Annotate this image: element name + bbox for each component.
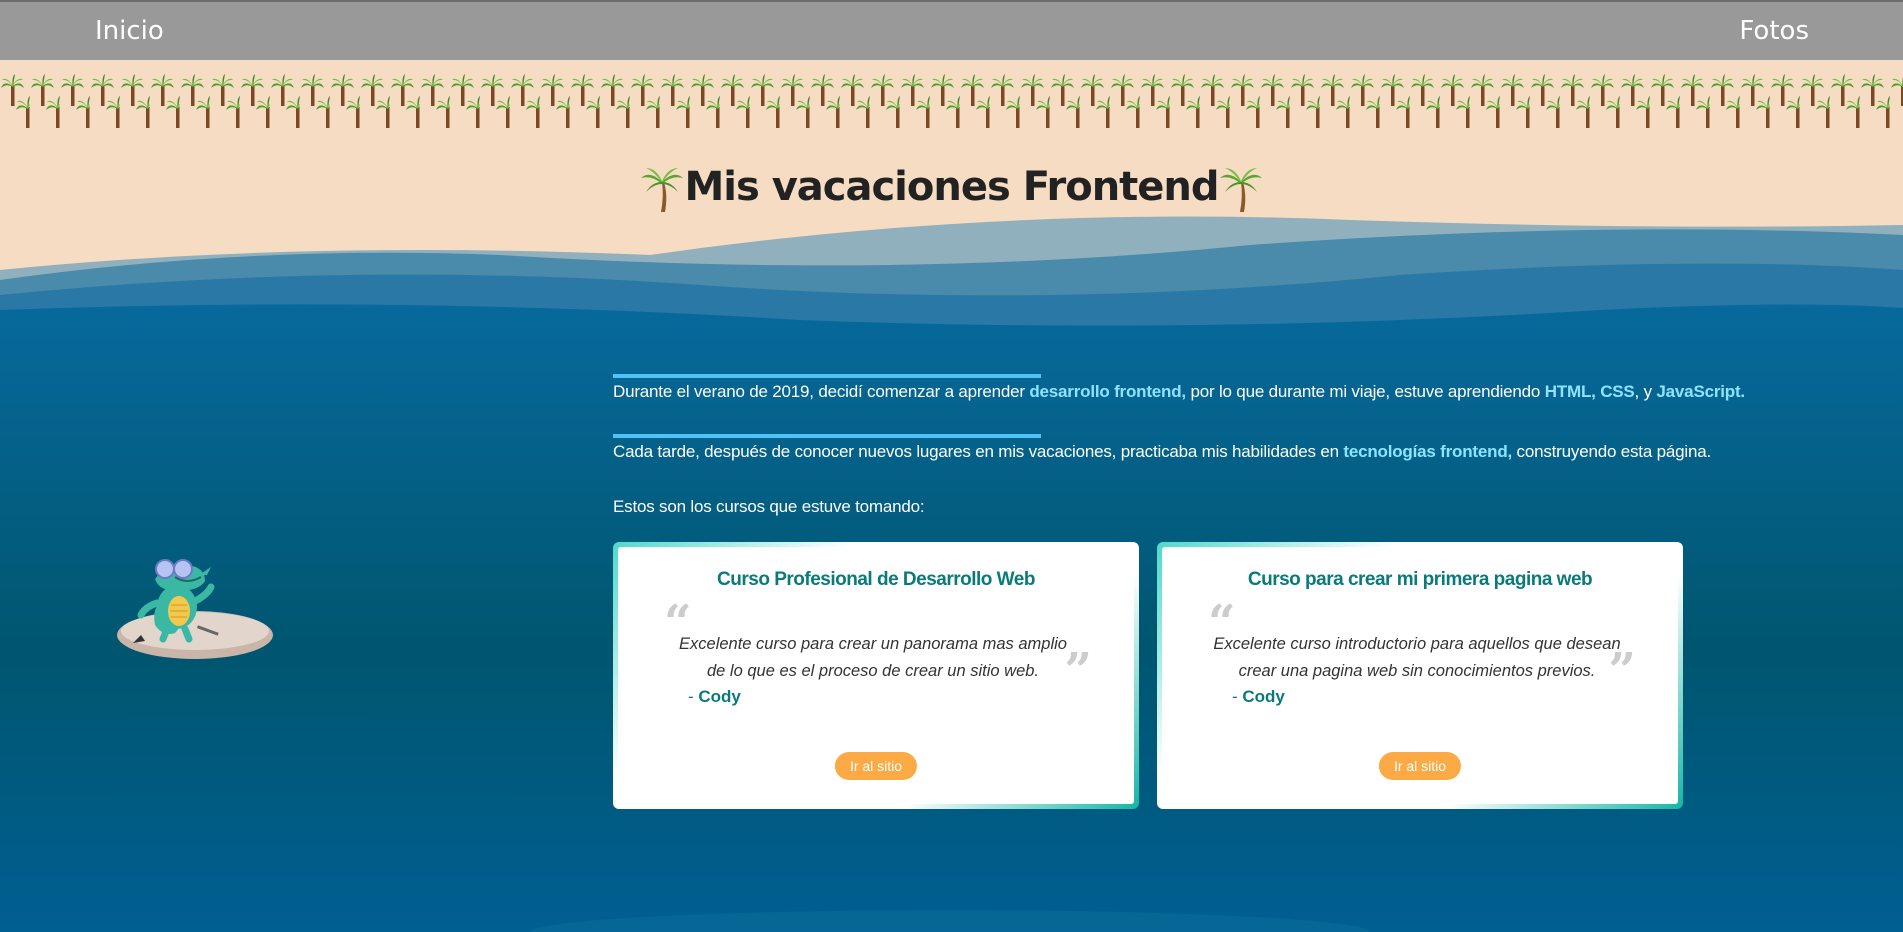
highlight-javascript: JavaScript. (1656, 382, 1745, 401)
intro-text: Cada tarde, después de conocer nuevos lu… (613, 442, 1344, 461)
highlight-html: HTML (1544, 382, 1592, 401)
author-dash: - (1232, 687, 1243, 706)
course-card: Curso Profesional de Desarrollo Web “ Ex… (613, 542, 1139, 809)
author-name: Cody (698, 687, 741, 706)
author-name: Cody (1242, 687, 1285, 706)
highlight-tecnologias: tecnologías frontend, (1343, 442, 1513, 461)
intro-text: construyendo esta página. (1512, 442, 1712, 461)
palm-tree-icon (1219, 168, 1262, 212)
testimonial-author: - Cody (688, 687, 741, 707)
course-card-body: Curso para crear mi primera pagina web “… (1162, 547, 1678, 804)
intro-paragraph-2: Cada tarde, después de conocer nuevos lu… (613, 442, 1711, 462)
courses-intro: Estos son los cursos que estuve tomando: (613, 497, 925, 516)
course-testimonial: Excelente curso introductorio para aquel… (1213, 635, 1621, 680)
intro-text: por lo que durante mi viaje, estuve apre… (1185, 382, 1545, 401)
top-navbar: Inicio Fotos (0, 0, 1903, 60)
go-to-site-button[interactable]: Ir al sitio (834, 752, 918, 780)
page-title: Mis vacaciones Frontend (0, 164, 1903, 212)
nav-link-inicio[interactable]: Inicio (95, 16, 164, 46)
intro-text: Durante el verano de 2019, decidí comenz… (613, 382, 1030, 401)
section-divider (613, 434, 1041, 438)
go-to-site-button[interactable]: Ir al sitio (1378, 752, 1462, 780)
highlight-separator: , (1591, 382, 1601, 401)
course-title: Curso Profesional de Desarrollo Web (717, 569, 1035, 590)
palm-tree-icon (641, 168, 684, 212)
page-title-text: Mis vacaciones Frontend (684, 164, 1219, 210)
author-dash: - (688, 687, 699, 706)
highlight-frontend: desarrollo frontend, (1029, 382, 1186, 401)
course-card: Curso para crear mi primera pagina web “… (1157, 542, 1683, 809)
palm-tree-border (0, 72, 1903, 130)
highlight-css: CSS (1600, 382, 1635, 401)
crocodile-surfer-illustration (117, 559, 273, 659)
section-divider (613, 374, 1041, 378)
intro-text: , y (1634, 382, 1657, 401)
testimonial-author: - Cody (1232, 687, 1285, 707)
close-quote-icon: ” (1608, 643, 1636, 699)
course-card-body: Curso Profesional de Desarrollo Web “ Ex… (618, 547, 1134, 804)
course-testimonial: Excelente curso para crear un panorama m… (679, 635, 1067, 680)
course-title: Curso para crear mi primera pagina web (1247, 569, 1593, 590)
intro-paragraph-1: Durante el verano de 2019, decidí comenz… (613, 382, 1745, 402)
close-quote-icon: ” (1064, 643, 1092, 699)
nav-link-fotos[interactable]: Fotos (1739, 16, 1809, 46)
